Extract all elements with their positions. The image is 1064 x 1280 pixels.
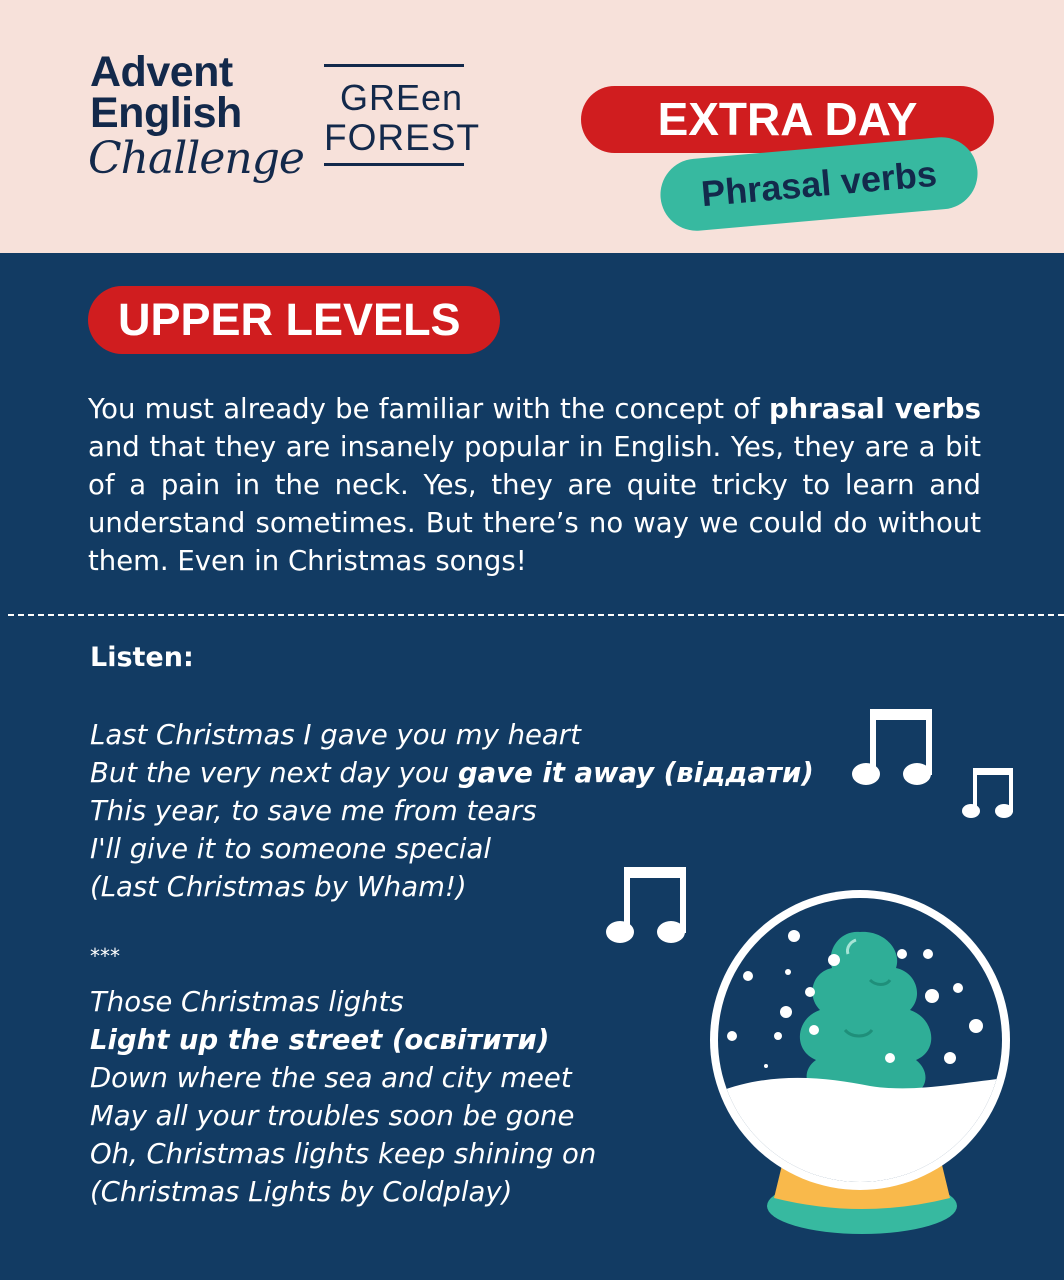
- advent-english-logo: Advent English: [90, 48, 242, 137]
- lyric-line: But the very next day you gave it away (…: [90, 754, 814, 792]
- intro-highlight: phrasal verbs: [768, 393, 981, 425]
- lyric-line: I'll give it to someone special: [90, 833, 491, 865]
- dashed-divider: [8, 614, 1064, 616]
- snow-globe-icon: [710, 890, 1010, 1234]
- logo-line-challenge: Challenge: [88, 133, 305, 184]
- phrasal-verb-highlight: gave it away (віддати): [457, 757, 814, 789]
- brand-line-forest: FOREST: [324, 117, 481, 158]
- brand-line-green: GREen: [340, 77, 464, 118]
- intro-text-end: and that they are insanely popular in En…: [88, 431, 981, 577]
- music-note-icon: [962, 768, 1013, 818]
- intro-text-start: You must already be familiar with the co…: [88, 393, 769, 425]
- intro-paragraph: You must already be familiar with the co…: [88, 390, 981, 580]
- song-lyrics-last-christmas: Last Christmas I gave you my heart But t…: [90, 716, 814, 906]
- lyric-line: This year, to save me from tears: [90, 795, 537, 827]
- music-note-icon: [606, 867, 686, 943]
- separator-stars: ***: [90, 944, 120, 968]
- lyric-line: Last Christmas I gave you my heart: [90, 719, 581, 751]
- listen-label: Listen:: [90, 642, 194, 673]
- logo-line-advent: Advent: [90, 48, 233, 96]
- level-badge: UPPER LEVELS: [88, 286, 500, 354]
- lyric-text: But the very next day you: [90, 757, 458, 789]
- green-forest-logo: GREen FOREST: [324, 64, 479, 166]
- music-note-icon: [852, 709, 932, 785]
- logo-line-english: English: [90, 89, 242, 137]
- header-banner: Advent English Challenge GREen FOREST EX…: [0, 0, 1064, 253]
- phrasal-verb-highlight: Light up the street (освітити): [90, 1024, 550, 1056]
